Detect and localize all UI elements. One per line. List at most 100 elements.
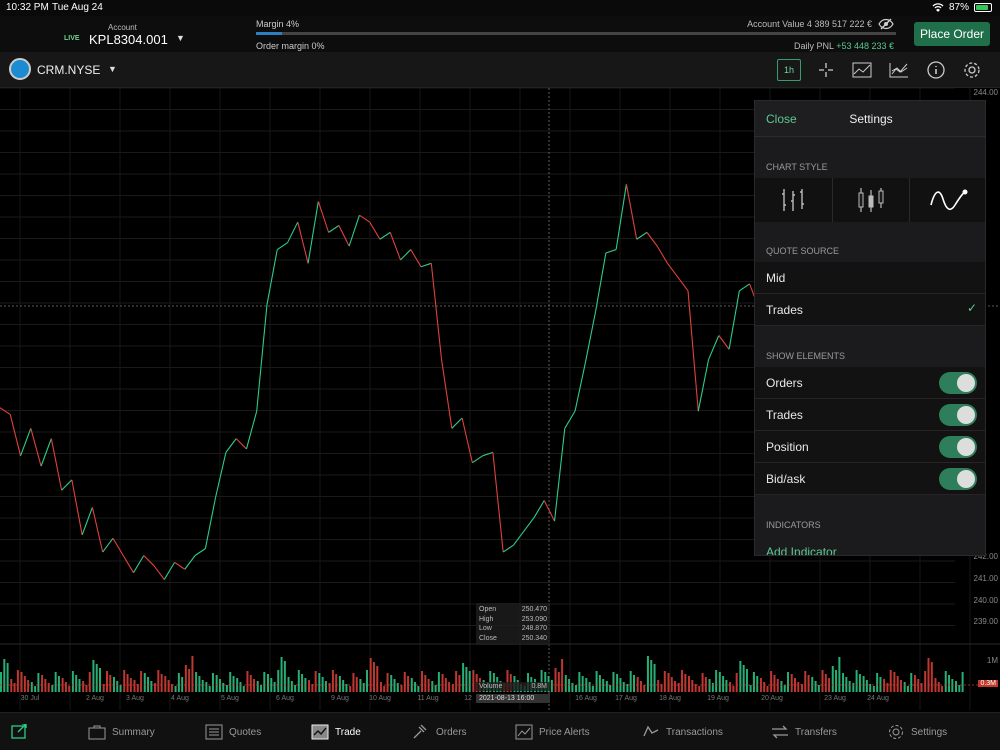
alert-icon <box>515 724 533 740</box>
timeframe-button[interactable]: 1h <box>777 59 801 81</box>
volume-bar <box>715 670 718 692</box>
info-icon[interactable] <box>924 59 948 81</box>
volume-bar <box>787 672 790 692</box>
quote-source-mid[interactable]: Mid <box>755 262 985 294</box>
volume-bar <box>352 673 355 692</box>
position-toggle[interactable] <box>939 436 977 458</box>
y-tick-label: 244.00 <box>973 88 998 97</box>
volume-bar <box>924 671 927 692</box>
chart-type-icon[interactable] <box>850 59 874 81</box>
line-chart-icon[interactable] <box>910 178 985 222</box>
eye-slash-icon[interactable] <box>878 18 894 30</box>
nav-summary[interactable]: Summary <box>88 713 155 750</box>
price-segment <box>389 232 401 261</box>
price-segment <box>338 225 350 247</box>
volume-bar <box>92 660 95 692</box>
volume-bar <box>817 685 820 692</box>
nav-settings[interactable]: Settings <box>887 713 947 750</box>
place-order-button[interactable]: Place Order <box>914 22 990 46</box>
transfer-icon <box>772 725 788 739</box>
price-segment <box>513 531 525 546</box>
volume-bar <box>215 675 218 692</box>
volume-bar <box>814 681 817 692</box>
volume-bar <box>10 679 13 692</box>
chevron-down-icon[interactable]: ▼ <box>108 64 117 74</box>
volume-bar <box>68 686 71 692</box>
volume-label: Volume <box>479 683 503 690</box>
bar-chart-icon[interactable] <box>755 178 833 222</box>
price-segment <box>81 507 93 536</box>
nav-orders[interactable]: Orders <box>412 713 467 750</box>
nav-trade[interactable]: Trade <box>311 713 361 750</box>
volume-bar <box>434 685 437 692</box>
orders-toggle[interactable] <box>939 372 977 394</box>
nav-transfers[interactable]: Transfers <box>771 713 837 750</box>
volume-bar <box>44 679 47 692</box>
volume-bar <box>328 683 331 692</box>
volume-bar <box>718 672 721 692</box>
volume-bar <box>287 677 290 692</box>
price-segment <box>359 214 370 223</box>
add-indicator-button[interactable]: Add Indicator <box>766 545 837 555</box>
volume-bar <box>616 674 619 692</box>
volume-bar <box>57 676 60 692</box>
volume-bar <box>749 685 752 692</box>
instrument-selector[interactable]: CRM.NYSE <box>37 63 100 77</box>
trades-toggle[interactable] <box>939 404 977 426</box>
volume-bar <box>349 686 352 692</box>
volume-bar <box>578 672 581 692</box>
volume-bar <box>188 669 191 692</box>
volume-bar <box>670 677 673 692</box>
margin-bar-fill <box>256 32 282 35</box>
nav-label: Orders <box>436 726 467 738</box>
volume-bar <box>550 680 553 692</box>
volume-bar <box>554 668 557 692</box>
volume-bar <box>955 681 957 692</box>
volume-bar <box>770 671 773 692</box>
volume-bar <box>71 671 74 692</box>
price-segment <box>533 500 545 518</box>
volume-tooltip: Volume 0.8M <box>476 682 550 691</box>
gear-icon[interactable] <box>960 59 984 81</box>
bid-ask-toggle[interactable] <box>939 468 977 490</box>
x-tick-label: 16 Aug <box>575 695 597 702</box>
chevron-down-icon[interactable]: ▼ <box>176 33 185 43</box>
price-segment <box>245 410 258 450</box>
crosshair-icon[interactable] <box>814 59 838 81</box>
ohlc-close: 250.340 <box>521 634 547 642</box>
volume-bar <box>246 671 249 692</box>
x-tick-label: 11 Aug <box>417 695 438 702</box>
nav-transactions[interactable]: Transactions <box>642 713 723 750</box>
volume-bar <box>150 681 153 692</box>
element-row-trades: Trades <box>755 399 985 431</box>
volume-bar <box>595 671 598 692</box>
x-tick-label: 12 <box>464 695 472 702</box>
volume-bar <box>674 681 677 692</box>
external-link-icon[interactable] <box>10 713 28 750</box>
chart-style-title: CHART STYLE <box>766 162 828 172</box>
element-row-position: Position <box>755 431 985 463</box>
volume-bar <box>359 679 362 692</box>
x-tick-label: 30 Jul <box>21 695 40 702</box>
volume-bar <box>701 673 704 692</box>
indicators-icon[interactable] <box>887 59 911 81</box>
nav-label: Transfers <box>795 726 837 738</box>
account-selector[interactable]: KPL8304.001 <box>89 32 168 47</box>
nav-price-alerts[interactable]: Price Alerts <box>515 713 590 750</box>
x-tick-label: 6 Aug <box>276 695 294 702</box>
volume-bar <box>253 679 256 692</box>
candlestick-icon[interactable] <box>833 178 911 222</box>
price-segment <box>153 565 165 580</box>
status-bar: 10:32 PM Tue Aug 24 87% <box>0 0 1000 16</box>
volume-bar <box>160 674 163 692</box>
price-segment <box>204 496 217 549</box>
price-segment <box>461 417 473 463</box>
volume-bar <box>958 685 961 692</box>
volume-bar <box>164 676 167 692</box>
quote-source-trades[interactable]: Trades ✓ <box>755 294 985 326</box>
price-segment <box>122 555 134 573</box>
nav-quotes[interactable]: Quotes <box>205 713 261 750</box>
volume-bar <box>13 683 16 692</box>
indicators-title: INDICATORS <box>766 520 821 530</box>
show-elements-title: SHOW ELEMENTS <box>766 351 846 361</box>
